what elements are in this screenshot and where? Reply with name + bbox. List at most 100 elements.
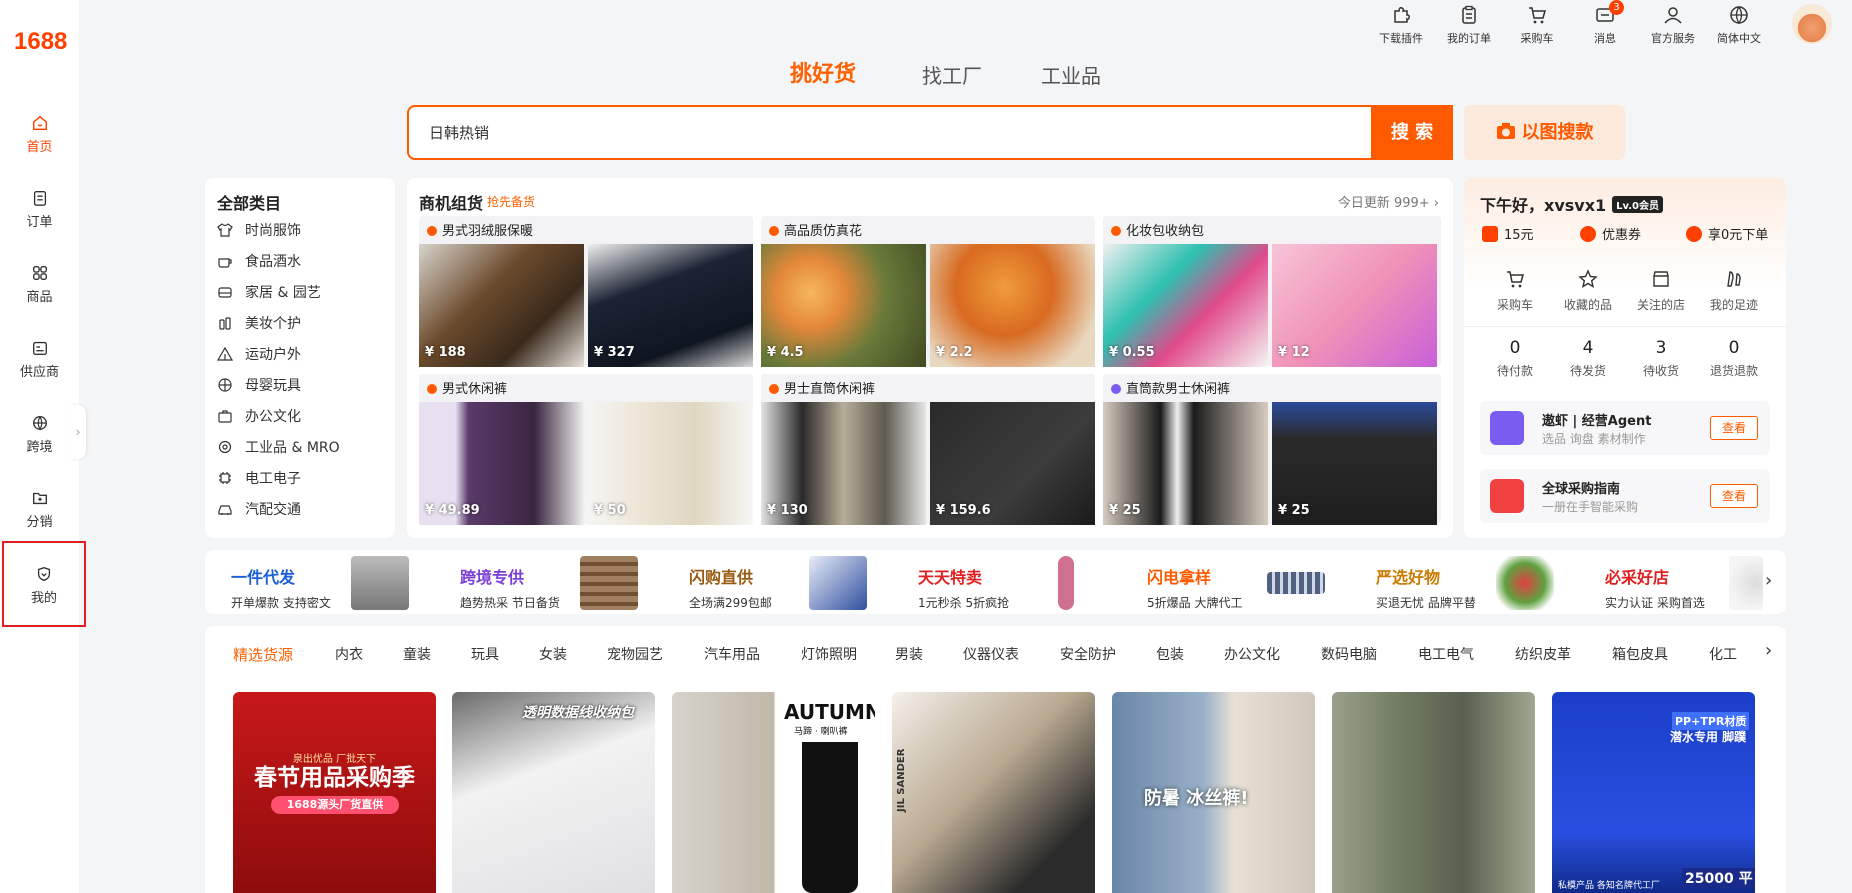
brand-logo[interactable]: 1688 (14, 28, 67, 56)
topbar-download-plugin[interactable]: 下载插件 (1371, 4, 1431, 46)
tab-digital[interactable]: 数码电脑 (1321, 644, 1377, 664)
topbar-language[interactable]: 简体中文 (1709, 4, 1769, 46)
product-thumb[interactable]: ¥ 130 (761, 402, 926, 525)
product-thumb[interactable]: ¥ 4.5 (761, 244, 926, 367)
feed-card[interactable]: 防暑 冰丝裤! (1112, 692, 1315, 893)
tab-packaging[interactable]: 包装 (1156, 644, 1184, 664)
quick-cart[interactable]: 采购车 (1480, 268, 1550, 313)
category-auto[interactable]: 汽配交通 (217, 499, 301, 519)
promo-crossborder[interactable]: 跨境专供 趋势热采 节日备货 (460, 564, 560, 611)
hot-group-title[interactable]: 男式羽绒服保暖 (427, 220, 533, 239)
hot-group-title[interactable]: 男式休闲裤 (427, 378, 507, 397)
service-view-button[interactable]: 查看 (1710, 484, 1758, 508)
tab-featured[interactable]: 精选货源 (233, 644, 293, 665)
search-input[interactable] (409, 107, 1451, 158)
sidebar-item-home[interactable]: 首页 (0, 104, 79, 164)
topbar-cart[interactable]: 采购车 (1507, 4, 1567, 46)
promo-sample[interactable]: 闪电拿样 5折爆品 大牌代工 (1147, 564, 1242, 611)
tab-toys[interactable]: 玩具 (471, 644, 499, 664)
promo-dropship[interactable]: 一件代发 开单爆款 支持密文 (231, 564, 331, 611)
service-agent[interactable]: 遨虾 | 经营Agent 选品 询盘 素材制作 查看 (1480, 401, 1770, 455)
category-industrial[interactable]: 工业品 & MRO (217, 437, 340, 457)
category-office[interactable]: 办公文化 (217, 406, 301, 426)
feed-card[interactable]: PP+TPR材质 潜水专用 脚蹼 25000 平 私模产品 各知名牌代工厂 (1552, 692, 1755, 893)
tab-office[interactable]: 办公文化 (1224, 644, 1280, 664)
tab-auto[interactable]: 汽车用品 (704, 644, 760, 664)
tab-men[interactable]: 男装 (895, 644, 923, 664)
tab-bags[interactable]: 箱包皮具 (1612, 644, 1668, 664)
stat-refunds[interactable]: 0 退货退款 (1699, 338, 1769, 379)
product-thumb[interactable]: ¥ 2.2 (930, 244, 1095, 367)
category-beauty[interactable]: 美妆个护 (217, 313, 301, 333)
product-thumb[interactable]: ¥ 49.89 (419, 402, 584, 525)
tab-textile[interactable]: 纺织皮革 (1515, 644, 1571, 664)
tab-instruments[interactable]: 仪器仪表 (963, 644, 1019, 664)
sidebar-item-mine[interactable]: 我的 (2, 541, 86, 627)
promo-flash[interactable]: 闪购直供 全场满299包邮 (689, 564, 772, 611)
tab-chemical[interactable]: 化工 (1709, 644, 1737, 664)
product-thumb[interactable]: ¥ 0.55 (1103, 244, 1268, 367)
feed-card[interactable] (1332, 692, 1535, 893)
user-avatar[interactable] (1792, 4, 1832, 44)
product-thumb[interactable]: ¥ 327 (588, 244, 753, 367)
topbar-my-orders[interactable]: 我的订单 (1439, 4, 1499, 46)
chevron-right-icon[interactable]: › (1765, 570, 1772, 591)
tab-industrial[interactable]: 工业品 (1041, 60, 1101, 89)
product-thumb[interactable]: ¥ 50 (588, 402, 753, 525)
promo-thumb[interactable] (1058, 556, 1074, 610)
chevron-right-icon[interactable]: › (1765, 640, 1772, 661)
topbar-official-service[interactable]: 官方服务 (1643, 4, 1703, 46)
tab-pick-goods[interactable]: 挑好货 (790, 56, 856, 88)
perk-coupon[interactable]: 优惠券 (1580, 224, 1641, 243)
sidebar-item-distribution[interactable]: 分销 (0, 479, 79, 539)
perk-cash[interactable]: 15元 (1482, 224, 1534, 243)
promo-thumb[interactable] (1496, 556, 1554, 610)
category-sports[interactable]: 运动户外 (217, 344, 301, 364)
tab-electrical[interactable]: 电工电气 (1418, 644, 1474, 664)
promo-daily-deals[interactable]: 天天特卖 1元秒杀 5折疯抢 (918, 564, 1009, 611)
hot-group-title[interactable]: 男士直筒休闲裤 (769, 378, 875, 397)
category-baby[interactable]: 母婴玩具 (217, 375, 301, 395)
sidebar-collapse-handle[interactable]: › (70, 405, 86, 459)
category-home[interactable]: 家居 & 园艺 (217, 282, 321, 302)
service-view-button[interactable]: 查看 (1710, 416, 1758, 440)
tab-kids[interactable]: 童装 (403, 644, 431, 664)
stat-pending-shipment[interactable]: 4 待发货 (1553, 338, 1623, 379)
tab-lighting[interactable]: 灯饰照明 (801, 644, 857, 664)
stat-pending-receipt[interactable]: 3 待收货 (1626, 338, 1696, 379)
product-thumb[interactable]: ¥ 25 (1272, 402, 1437, 525)
tab-find-factory[interactable]: 找工厂 (922, 60, 982, 89)
hot-group-title[interactable]: 化妆包收纳包 (1111, 220, 1204, 239)
promo-thumb[interactable] (580, 556, 638, 610)
category-fashion[interactable]: 时尚服饰 (217, 220, 301, 240)
hot-group-title[interactable]: 直筒款男士休闲裤 (1111, 378, 1230, 397)
perk-zero-order[interactable]: 享0元下单 (1686, 224, 1768, 243)
promo-thumb[interactable] (1729, 556, 1763, 610)
tab-women[interactable]: 女装 (539, 644, 567, 664)
tab-underwear[interactable]: 内衣 (335, 644, 363, 664)
tab-pets[interactable]: 宠物园艺 (607, 644, 663, 664)
promo-thumb[interactable] (809, 556, 867, 610)
sidebar-item-orders[interactable]: 订单 (0, 179, 79, 239)
promo-thumb[interactable] (1267, 572, 1325, 594)
quick-footprints[interactable]: 我的足迹 (1699, 268, 1769, 313)
sidebar-item-crossborder[interactable]: 跨境 (0, 404, 79, 464)
promo-top-shops[interactable]: 必采好店 实力认证 采购首选 (1605, 564, 1705, 611)
feed-card[interactable]: 泉出优品 厂批天下 春节用品采购季 1688源头厂货直供 (233, 692, 436, 893)
promo-thumb[interactable] (351, 556, 409, 610)
quick-favorites[interactable]: 收藏的品 (1553, 268, 1623, 313)
product-thumb[interactable]: ¥ 12 (1272, 244, 1437, 367)
tab-safety[interactable]: 安全防护 (1060, 644, 1116, 664)
topbar-messages[interactable]: 3 消息 (1575, 0, 1635, 46)
feed-card[interactable]: AUTUMN 马蹄 · 喇叭裤 (672, 692, 875, 893)
category-food[interactable]: 食品酒水 (217, 251, 301, 271)
image-search-button[interactable]: 以图搜款 (1464, 105, 1625, 160)
hot-group-title[interactable]: 高品质仿真花 (769, 220, 862, 239)
search-button[interactable]: 搜 索 (1371, 105, 1453, 160)
promo-selected[interactable]: 严选好物 买退无忧 品牌平替 (1376, 564, 1476, 611)
sidebar-item-suppliers[interactable]: 供应商 (0, 329, 79, 389)
feed-card[interactable]: JIL SANDER (892, 692, 1095, 893)
quick-followed-shops[interactable]: 关注的店 (1626, 268, 1696, 313)
category-electronics[interactable]: 电工电子 (217, 468, 301, 488)
product-thumb[interactable]: ¥ 188 (419, 244, 584, 367)
